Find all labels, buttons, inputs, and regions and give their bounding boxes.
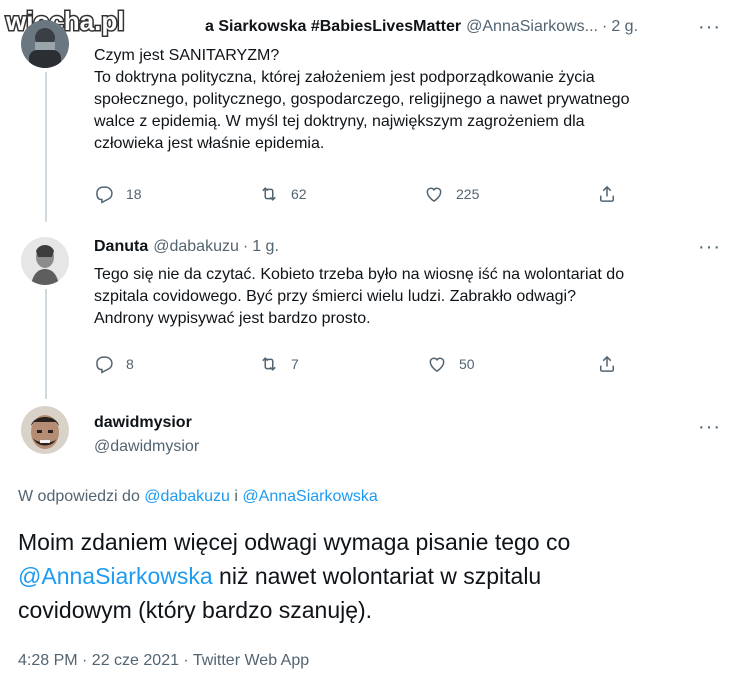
text-line: To doktryna polityczna, której założenie…	[94, 69, 595, 86]
like-icon	[429, 357, 445, 372]
like-count: 225	[456, 186, 480, 202]
share-icon	[600, 355, 614, 372]
text-line: walce z epidemią. W myśl tej doktryny, n…	[94, 113, 585, 130]
mention-link[interactable]: @AnnaSiarkowska	[242, 488, 377, 505]
text-line: szpitala covidowego. Być przy śmierci wi…	[94, 288, 576, 305]
share-icon	[600, 185, 614, 202]
reply-and: i	[234, 488, 238, 505]
more-icon[interactable]: ···	[698, 237, 721, 257]
like-count: 50	[459, 356, 475, 372]
tweet-timestamp[interactable]: 4:28 PM · 22 cze 2021 · Twitter Web App	[18, 652, 309, 670]
thread-line	[45, 289, 47, 399]
display-name[interactable]: dawidmysior	[94, 414, 192, 432]
retweet-button[interactable]: 62	[259, 184, 307, 204]
like-button[interactable]: 225	[424, 184, 479, 204]
tweet-header: a Siarkowska #BabiesLivesMatter @AnnaSia…	[205, 18, 638, 36]
main-tweet-text: Moim zdaniem więcej odwagi wymaga pisani…	[18, 525, 738, 627]
text-line: Tego się nie da czytać. Kobieto trzeba b…	[94, 266, 625, 283]
username[interactable]: @dawidmysior	[94, 438, 199, 456]
separator: ·	[242, 238, 249, 255]
timestamp[interactable]: 2 g.	[611, 18, 638, 36]
text-line: Czym jest SANITARYZM?	[94, 47, 280, 64]
reply-count: 8	[126, 356, 134, 372]
like-button[interactable]: 50	[427, 354, 475, 374]
reply-button[interactable]: 8	[94, 354, 134, 374]
mention-link[interactable]: @AnnaSiarkowska	[18, 563, 213, 589]
tweet-header: Danuta @dabakuzu · 1 g.	[94, 238, 279, 256]
more-icon[interactable]: ···	[698, 17, 721, 37]
share-button[interactable]	[597, 354, 629, 374]
username[interactable]: @AnnaSiarkows...	[466, 18, 598, 36]
share-button[interactable]	[597, 184, 629, 204]
reply-context: W odpowiedzi do @dabakuzu i @AnnaSiarkow…	[18, 488, 378, 506]
username[interactable]: @dabakuzu	[153, 238, 239, 256]
retweet-count: 7	[291, 356, 299, 372]
text-line: @AnnaSiarkowska niż nawet wolontariat w …	[18, 559, 738, 593]
avatar[interactable]	[21, 237, 69, 285]
reply-icon	[96, 356, 113, 374]
reply-count: 18	[126, 186, 142, 202]
tweet-text: Czym jest SANITARYZM? To doktryna polity…	[94, 45, 734, 155]
text-line: człowieka jest właśnie epidemia.	[94, 135, 325, 152]
separator: ·	[602, 18, 608, 35]
mention-link[interactable]: @dabakuzu	[144, 488, 230, 505]
reply-prefix: W odpowiedzi do	[18, 488, 140, 505]
tweet-text: Tego się nie da czytać. Kobieto trzeba b…	[94, 264, 734, 330]
more-icon[interactable]: ···	[698, 417, 721, 437]
display-name[interactable]: a Siarkowska #BabiesLivesMatter	[205, 18, 461, 36]
avatar[interactable]	[21, 406, 69, 454]
retweet-button[interactable]: 7	[259, 354, 299, 374]
reply-button[interactable]: 18	[94, 184, 142, 204]
like-icon	[426, 187, 442, 202]
reply-icon	[96, 186, 113, 204]
retweet-count: 62	[291, 186, 307, 202]
avatar[interactable]	[21, 20, 69, 68]
text-line: Moim zdaniem więcej odwagi wymaga pisani…	[18, 529, 571, 555]
display-name[interactable]: Danuta	[94, 238, 148, 256]
thread-line	[45, 72, 47, 222]
text-line: covidowym (który bardzo szanuję).	[18, 597, 373, 623]
retweet-icon	[262, 187, 276, 201]
text-fragment: niż nawet wolontariat w szpitalu	[212, 563, 542, 589]
retweet-icon	[262, 357, 276, 371]
timestamp[interactable]: 1 g.	[252, 238, 279, 256]
text-line: społecznego, politycznego, gospodarczego…	[94, 91, 630, 108]
text-line: Androny wypisywać jest bardzo prosto.	[94, 310, 371, 327]
